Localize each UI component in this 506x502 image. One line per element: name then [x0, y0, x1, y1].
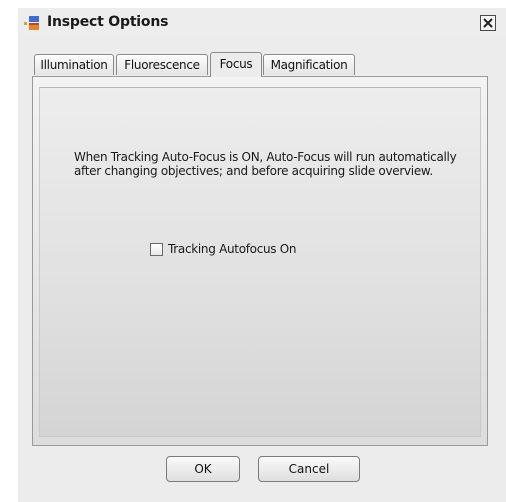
tab-focus[interactable]: Focus: [210, 52, 262, 77]
dialog-title: Inspect Options: [47, 14, 169, 30]
close-icon: [483, 18, 493, 28]
tab-magnification[interactable]: Magnification: [263, 54, 355, 75]
app-window-icon: [24, 15, 40, 31]
tracking-autofocus-checkbox[interactable]: Tracking Autofocus On: [150, 240, 297, 258]
ok-button[interactable]: OK: [166, 456, 240, 482]
inspect-options-dialog: Inspect Options Illumination Fluorescenc…: [18, 8, 506, 502]
tracking-autofocus-label[interactable]: Tracking Autofocus On: [168, 242, 297, 256]
tracking-autofocus-description: When Tracking Auto-Focus is ON, Auto-Foc…: [74, 150, 457, 178]
checkbox-box[interactable]: [150, 242, 163, 256]
tab-fluorescence[interactable]: Fluorescence: [116, 54, 208, 75]
focus-options-group: [39, 87, 481, 437]
tab-illumination[interactable]: Illumination: [34, 54, 114, 75]
cancel-button[interactable]: Cancel: [258, 456, 360, 482]
title-bar[interactable]: Inspect Options: [18, 8, 506, 38]
close-button[interactable]: [480, 15, 496, 31]
focus-tab-panel: [32, 76, 488, 446]
